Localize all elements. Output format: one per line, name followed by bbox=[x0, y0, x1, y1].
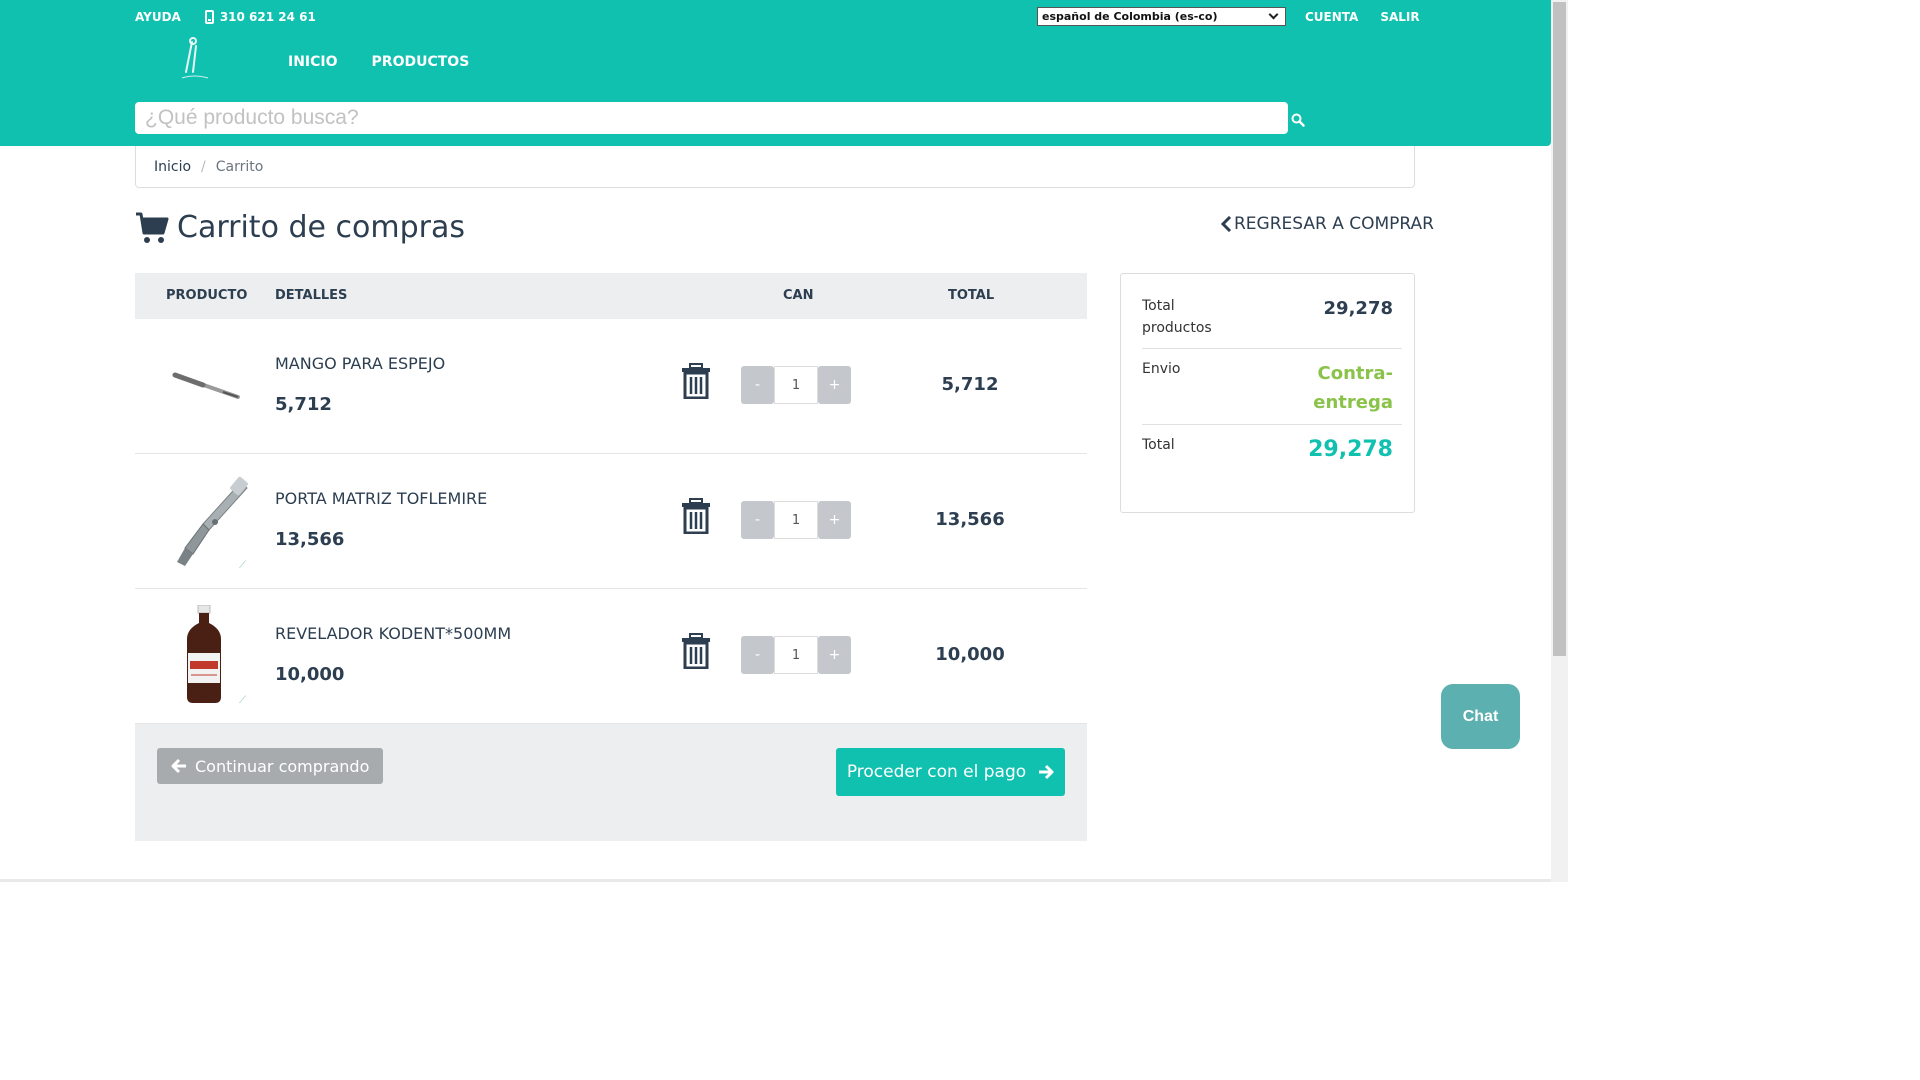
search-bar bbox=[135, 102, 1288, 134]
chevron-down-icon bbox=[1268, 9, 1279, 20]
summary-shipping-value: Contra-entrega bbox=[1313, 363, 1393, 413]
account-link[interactable]: CUENTA bbox=[1305, 10, 1358, 24]
cart-table: PRODUCTO DETALLES CAN TOTAL MANGO PARA E… bbox=[135, 273, 1087, 841]
summary-total-row: Total 29,278 bbox=[1142, 425, 1402, 495]
site-logo[interactable] bbox=[168, 34, 228, 84]
breadcrumb-current: Carrito bbox=[215, 158, 264, 175]
cart-row: ⟋ REVELADOR KODENT*500MM 10,000 - 1 + 10… bbox=[135, 589, 1087, 724]
svg-text:⟋: ⟋ bbox=[239, 560, 246, 570]
arrow-right-icon bbox=[1039, 764, 1054, 780]
cart-table-header: PRODUCTO DETALLES CAN TOTAL bbox=[135, 273, 1087, 319]
nav-item-inicio[interactable]: INICIO bbox=[288, 54, 338, 70]
breadcrumb-separator: / bbox=[201, 158, 206, 175]
page-scrollbar[interactable] bbox=[1551, 0, 1568, 882]
search-input[interactable] bbox=[145, 106, 1288, 130]
column-header-quantity: CAN bbox=[783, 288, 814, 303]
product-name[interactable]: REVELADOR KODENT*500MM bbox=[275, 624, 511, 643]
row-total: 10,000 bbox=[935, 644, 1005, 665]
checkout-label: Proceder con el pago bbox=[846, 762, 1027, 782]
summary-total-label: Total bbox=[1142, 437, 1175, 453]
quantity-stepper: - 1 + bbox=[741, 636, 851, 674]
main-nav: INICIO PRODUCTOS bbox=[288, 54, 469, 70]
summary-products-row: Total productos 29,278 bbox=[1142, 274, 1402, 349]
phone-contact[interactable]: 310 621 24 61 bbox=[204, 10, 316, 24]
nav-item-productos[interactable]: PRODUCTOS bbox=[372, 54, 470, 70]
svg-text:⟋: ⟋ bbox=[239, 695, 246, 705]
quantity-input[interactable]: 1 bbox=[774, 366, 818, 404]
trash-icon[interactable] bbox=[681, 498, 711, 534]
cart-row: MANGO PARA ESPEJO 5,712 - 1 + 5,712 bbox=[135, 319, 1087, 454]
matrix-retainer-image: ⟋ bbox=[163, 470, 253, 571]
quantity-decrease-button[interactable]: - bbox=[741, 501, 774, 539]
summary-shipping-row: Envio Contra-entrega bbox=[1142, 349, 1402, 425]
column-header-total: TOTAL bbox=[948, 288, 995, 303]
page-title-text: Carrito de compras bbox=[177, 210, 465, 245]
site-header: AYUDA 310 621 24 61 español de Colombia … bbox=[0, 0, 1551, 146]
breadcrumb-home[interactable]: Inicio bbox=[154, 159, 191, 175]
search-icon[interactable] bbox=[1291, 113, 1305, 127]
page-bottom-edge bbox=[0, 879, 1551, 882]
quantity-stepper: - 1 + bbox=[741, 501, 851, 539]
back-to-shop-link[interactable]: REGRESAR A COMPRAR bbox=[1220, 214, 1434, 234]
back-to-shop-label: REGRESAR A COMPRAR bbox=[1234, 214, 1434, 234]
topbar-right: CUENTA SALIR bbox=[1305, 10, 1420, 24]
summary-products-value: 29,278 bbox=[1323, 298, 1393, 319]
phone-number: 310 621 24 61 bbox=[219, 10, 316, 24]
logout-link[interactable]: SALIR bbox=[1380, 10, 1419, 24]
summary-total-value: 29,278 bbox=[1308, 437, 1393, 462]
language-select-value: español de Colombia (es-co) bbox=[1042, 10, 1218, 23]
developer-bottle-image: ⟋ bbox=[163, 604, 253, 706]
column-header-product: PRODUCTO bbox=[166, 288, 248, 303]
breadcrumb: Inicio / Carrito bbox=[135, 146, 1415, 188]
quantity-increase-button[interactable]: + bbox=[818, 636, 851, 674]
shopping-cart-icon bbox=[136, 212, 169, 243]
mobile-phone-icon bbox=[204, 10, 214, 24]
trash-icon[interactable] bbox=[681, 633, 711, 669]
quantity-input[interactable]: 1 bbox=[774, 501, 818, 539]
chat-button[interactable]: Chat bbox=[1441, 684, 1520, 749]
product-price: 13,566 bbox=[275, 529, 345, 550]
continue-shopping-button[interactable]: Continuar comprando bbox=[157, 748, 384, 784]
trash-icon[interactable] bbox=[681, 363, 711, 399]
arrow-left-icon bbox=[171, 758, 186, 774]
summary-products-label: Total productos bbox=[1142, 298, 1212, 336]
order-summary: Total productos 29,278 Envio Contra-entr… bbox=[1120, 273, 1415, 513]
column-header-details: DETALLES bbox=[275, 288, 348, 303]
product-name[interactable]: MANGO PARA ESPEJO bbox=[275, 354, 445, 373]
language-select[interactable]: español de Colombia (es-co) bbox=[1037, 7, 1286, 26]
quantity-decrease-button[interactable]: - bbox=[741, 636, 774, 674]
quantity-decrease-button[interactable]: - bbox=[741, 366, 774, 404]
continue-shopping-label: Continuar comprando bbox=[195, 756, 370, 776]
row-total: 5,712 bbox=[941, 374, 999, 395]
quantity-increase-button[interactable]: + bbox=[818, 501, 851, 539]
summary-shipping-label: Envio bbox=[1142, 361, 1181, 377]
topbar-left: AYUDA 310 621 24 61 bbox=[135, 10, 316, 24]
product-name[interactable]: PORTA MATRIZ TOFLEMIRE bbox=[275, 489, 487, 508]
product-price: 5,712 bbox=[275, 394, 332, 415]
help-link[interactable]: AYUDA bbox=[135, 10, 181, 24]
mirror-handle-image bbox=[163, 335, 253, 435]
page-title: Carrito de compras bbox=[135, 210, 465, 245]
checkout-button[interactable]: Proceder con el pago bbox=[836, 748, 1065, 796]
cart-table-footer: Continuar comprando Proceder con el pago bbox=[135, 724, 1087, 841]
row-total: 13,566 bbox=[935, 509, 1005, 530]
product-price: 10,000 bbox=[275, 664, 345, 685]
scrollbar-thumb[interactable] bbox=[1553, 2, 1566, 656]
dental-tools-logo-icon bbox=[181, 37, 209, 79]
quantity-stepper: - 1 + bbox=[741, 366, 851, 404]
quantity-input[interactable]: 1 bbox=[774, 636, 818, 674]
cart-row: ⟋ PORTA MATRIZ TOFLEMIRE 13,566 - 1 + 13… bbox=[135, 454, 1087, 589]
quantity-increase-button[interactable]: + bbox=[818, 366, 851, 404]
chevron-left-icon bbox=[1220, 216, 1232, 232]
